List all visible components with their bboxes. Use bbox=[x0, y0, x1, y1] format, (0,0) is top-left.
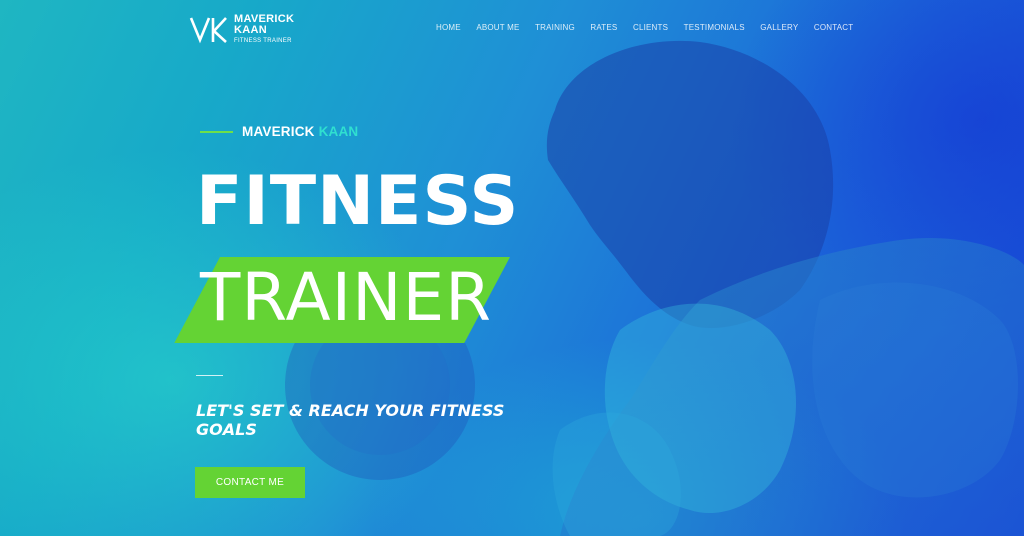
nav-training[interactable]: TRAINING bbox=[535, 23, 575, 32]
hero-title-line2: TRAINER bbox=[200, 259, 493, 336]
nav-home[interactable]: HOME bbox=[436, 23, 461, 32]
hero-eyebrow: MAVERICK KAAN bbox=[200, 124, 358, 139]
vk-monogram-icon bbox=[189, 17, 227, 44]
brand-name-line2: KAAN bbox=[234, 24, 267, 36]
hero-tagline: LET'S SET & REACH YOUR FITNESS GOALS bbox=[196, 401, 505, 439]
brand-subtitle: FITNESS TRAINER bbox=[234, 38, 292, 44]
contact-me-button[interactable]: CONTACT ME bbox=[195, 467, 305, 498]
eyebrow-text: MAVERICK KAAN bbox=[242, 124, 358, 139]
nav-rates[interactable]: RATES bbox=[590, 23, 617, 32]
nav-testimonials[interactable]: TESTIMONIALS bbox=[684, 23, 745, 32]
eyebrow-first-name: MAVERICK bbox=[242, 124, 315, 139]
nav-gallery[interactable]: GALLERY bbox=[760, 23, 798, 32]
hero-title-line1: FITNESS bbox=[196, 162, 520, 241]
eyebrow-last-name: KAAN bbox=[318, 124, 359, 139]
eyebrow-line bbox=[200, 130, 233, 133]
brand-logo[interactable]: MAVERICK KAAN FITNESS TRAINER bbox=[189, 14, 294, 46]
brand-text: MAVERICK KAAN FITNESS TRAINER bbox=[234, 14, 294, 45]
nav-clients[interactable]: CLIENTS bbox=[633, 23, 668, 32]
athlete-photo bbox=[285, 40, 1024, 536]
hero-divider bbox=[196, 375, 223, 376]
nav-contact[interactable]: CONTACT bbox=[814, 23, 853, 32]
main-nav: HOME ABOUT ME TRAINING RATES CLIENTS TES… bbox=[436, 23, 869, 32]
nav-about-me[interactable]: ABOUT ME bbox=[476, 23, 519, 32]
